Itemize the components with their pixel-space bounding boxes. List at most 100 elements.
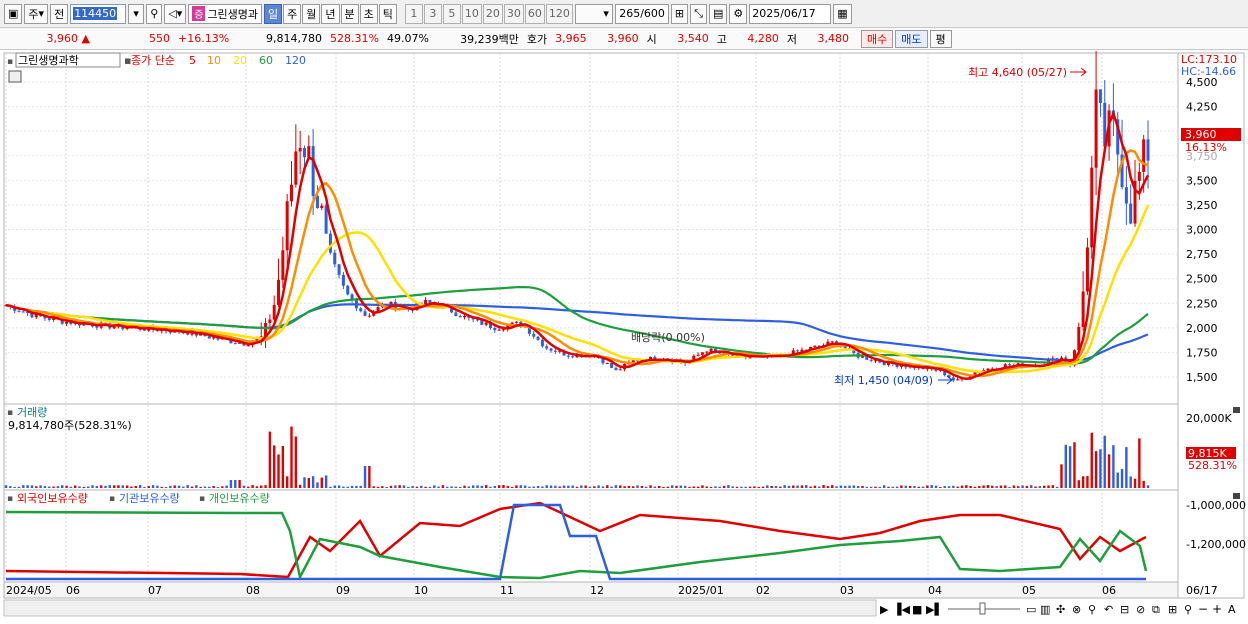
volume-panel[interactable] xyxy=(3,403,1179,491)
cross-icon[interactable]: ✣ xyxy=(1056,603,1065,616)
interval-tab-120[interactable]: 120 xyxy=(545,3,573,24)
volume-bar xyxy=(895,486,899,488)
stock-chart[interactable]: ▪ 그린생명과학 ▪ 종가 단순 5 10 20 60 120 4,5004,2503,… xyxy=(0,50,1248,621)
volume-bar xyxy=(272,445,276,488)
speaker-icon[interactable]: ◁▾ xyxy=(164,3,187,24)
volume-bar xyxy=(437,486,440,488)
candle-body xyxy=(540,339,544,347)
volume-bar xyxy=(489,486,492,488)
candle-body xyxy=(328,233,332,253)
candle-body xyxy=(493,327,497,331)
period-tab-2[interactable]: 월 xyxy=(302,3,321,24)
volume-bar xyxy=(398,485,401,488)
interval-tab-30[interactable]: 30 xyxy=(503,3,524,24)
period-tab-6[interactable]: 틱 xyxy=(378,3,397,24)
volume-bar xyxy=(584,485,587,488)
chart-area[interactable]: ▪ 그린생명과학 ▪ 종가 단순 5 10 20 60 120 4,500 4,250 3,… xyxy=(0,50,1248,621)
hc-label: HC:-14.66 xyxy=(1181,65,1236,78)
volume-bar xyxy=(117,485,120,488)
first-page-icon[interactable]: ▐◀ xyxy=(893,602,910,616)
volume-bar xyxy=(541,486,544,488)
volume-bar xyxy=(143,486,146,488)
volume-bar xyxy=(112,485,116,488)
volume-bar xyxy=(242,485,246,488)
volume-bar xyxy=(666,486,670,488)
zoom-out-icon[interactable]: − xyxy=(1198,602,1208,616)
volume-bar xyxy=(212,485,215,488)
chevron-down-icon[interactable]: ▾ xyxy=(128,3,145,24)
period-tab-5[interactable]: 초 xyxy=(359,3,378,24)
undo-icon[interactable]: ↶ xyxy=(1104,603,1113,616)
last-page-icon[interactable]: ▶▌ xyxy=(926,602,943,616)
eval-button[interactable]: 평 xyxy=(929,29,952,48)
panel-close-icon[interactable] xyxy=(1233,493,1240,499)
volume-bar xyxy=(307,478,311,488)
count-input[interactable]: 265/600 xyxy=(614,3,669,24)
volume-bar xyxy=(411,486,414,488)
prev-button[interactable]: 전 xyxy=(50,3,69,24)
interval-tab-5[interactable]: 5 xyxy=(442,3,461,24)
search-icon[interactable]: ⚲ xyxy=(1184,603,1192,616)
period-tab-4[interactable]: 분 xyxy=(340,3,359,24)
indicator-icon[interactable]: ⊞ xyxy=(670,3,689,24)
compare-icon[interactable]: ⊘ xyxy=(1136,603,1145,616)
stop-icon[interactable]: ■ xyxy=(912,603,922,616)
scroll-controls[interactable]: ▶ ▐◀ ■ ▶▌ ▭ ▥ ✣ ⊗ ⚲ ↶ ⊟ ⊘ ⧉ ⊞ ⚲ − + A xyxy=(880,602,1236,616)
link-icon[interactable]: ⊗ xyxy=(1072,603,1081,616)
zoom-in-icon[interactable]: + xyxy=(1212,602,1222,616)
interval-tab-10[interactable]: 10 xyxy=(461,3,482,24)
volume-bar xyxy=(701,485,704,488)
scrollbar-track[interactable] xyxy=(3,599,877,617)
interval-select[interactable]: ▾ xyxy=(574,3,613,24)
bar-icon[interactable]: ▥ xyxy=(1040,603,1050,616)
volume-bar xyxy=(917,486,920,488)
volume-bar xyxy=(787,485,791,488)
calendar-icon[interactable]: ▦ xyxy=(833,3,852,24)
split-icon[interactable]: ⊞ xyxy=(1168,603,1177,616)
interval-tab-60[interactable]: 60 xyxy=(524,3,545,24)
volume-bar xyxy=(1142,480,1145,488)
magnifier-icon[interactable]: ⚲ xyxy=(146,3,163,24)
volume-bar xyxy=(978,486,981,488)
stock-code-input[interactable]: 114450 xyxy=(70,3,127,24)
magnifier-icon[interactable]: ⚲ xyxy=(1088,603,1096,616)
stock-name-box[interactable]: 증 그린생명과 xyxy=(188,3,263,24)
interval-tab-20[interactable]: 20 xyxy=(482,3,503,24)
font-size-icon[interactable]: A xyxy=(1228,603,1236,616)
layout-icon[interactable]: ⊟ xyxy=(1120,603,1129,616)
volume-bar xyxy=(653,486,657,488)
volume-title: 거래량 xyxy=(17,406,47,419)
period-tab-3[interactable]: 년 xyxy=(321,3,340,24)
draw-icon[interactable]: ⤡ xyxy=(690,3,707,24)
candle-body xyxy=(549,348,553,351)
save-icon[interactable]: ▤ xyxy=(708,3,728,24)
copy-icon[interactable]: ⧉ xyxy=(1152,603,1160,616)
toolbar: ▣ 주 ▾ 전 114450 ▾ ⚲ ◁▾ 증 그린생명과 일주월년분초틱 135… xyxy=(0,0,1248,28)
scroll-right-icon[interactable]: ▶ xyxy=(880,603,889,616)
window-icon[interactable]: ▣ xyxy=(4,3,23,24)
price-panel[interactable] xyxy=(3,52,1179,405)
gear-icon[interactable]: ⚙ xyxy=(729,3,748,24)
interval-tab-1[interactable]: 1 xyxy=(404,3,423,24)
panel-close-icon[interactable] xyxy=(1233,407,1240,413)
open-label: 시 xyxy=(646,32,657,46)
x-axis-label-5: 10 xyxy=(414,584,428,597)
grid-toggle-icon[interactable] xyxy=(8,70,22,83)
fit-icon[interactable]: ▭ xyxy=(1026,603,1036,616)
candle-body xyxy=(298,147,302,152)
candle-body xyxy=(246,345,250,347)
date-input[interactable]: 2025/06/17 xyxy=(749,3,832,24)
market-select[interactable]: 주 ▾ xyxy=(24,3,49,24)
period-tab-0[interactable]: 일 xyxy=(264,3,283,24)
sell-button[interactable]: 매도 xyxy=(895,29,928,48)
buy-button[interactable]: 매수 xyxy=(861,29,894,48)
volume-bar xyxy=(169,485,172,488)
zoom-slider-thumb[interactable] xyxy=(979,602,986,615)
candle-body xyxy=(532,333,536,337)
period-tab-1[interactable]: 주 xyxy=(283,3,302,24)
interval-tab-3[interactable]: 3 xyxy=(423,3,442,24)
volume-bar xyxy=(947,486,951,488)
volume-bar xyxy=(705,486,708,488)
volume-bar xyxy=(22,485,25,488)
volume-bar xyxy=(394,485,397,488)
